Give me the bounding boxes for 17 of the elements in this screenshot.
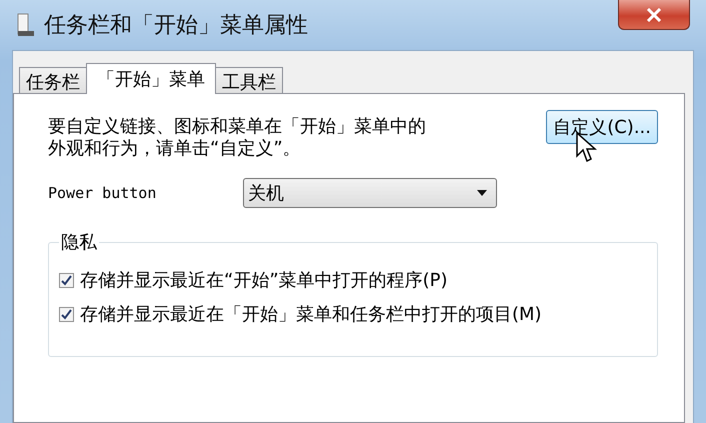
checkbox-label: 存储并显示最近在“开始”菜单中打开的程序(P)	[80, 269, 448, 292]
window-title: 任务栏和「开始」菜单属性	[44, 12, 309, 40]
tab[interactable]: 「开始」菜单	[86, 63, 216, 94]
power-button-label: Power button	[48, 184, 158, 202]
customize-button[interactable]: 自定义(C)...	[546, 110, 658, 144]
power-button-dropdown[interactable]: 关机	[243, 178, 497, 208]
tab[interactable]: 任务栏	[19, 67, 87, 93]
checkbox[interactable]	[59, 272, 74, 288]
close-button[interactable]	[618, 0, 690, 30]
group-title: 隐私	[60, 231, 98, 254]
dropdown-arrow-icon	[476, 189, 488, 197]
tab[interactable]: 工具栏	[215, 67, 283, 93]
checkbox[interactable]	[59, 306, 74, 322]
checkbox-label: 存储并显示最近在「开始」菜单和任务栏中打开的项目(M)	[80, 303, 542, 326]
close-icon	[646, 8, 662, 22]
window-icon	[16, 12, 36, 38]
description-text: 要自定义链接、图标和菜单在「开始」菜单中的外观和行为，请单击“自定义”。	[48, 116, 426, 160]
